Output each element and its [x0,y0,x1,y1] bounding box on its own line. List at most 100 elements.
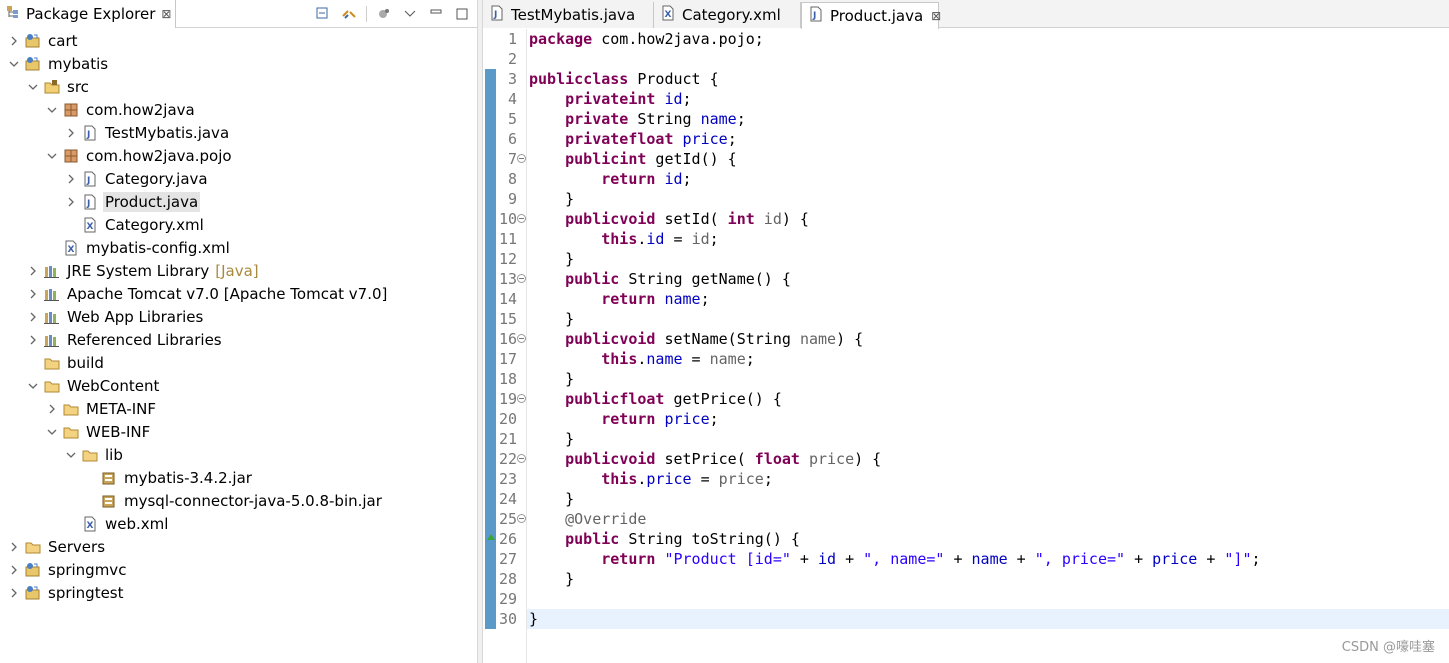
string-token: ", price=" [1034,550,1126,568]
tree-item[interactable]: Apache Tomcat v7.0 [Apache Tomcat v7.0] [27,282,389,305]
tree-item-label: WebContent [67,376,160,395]
tree-item-label: springmvc [48,560,127,579]
no-expand-spacer [84,495,96,507]
fold-toggle-icon[interactable] [517,214,527,224]
chevron-right-icon[interactable] [8,564,20,576]
tree-item[interactable]: J TestMybatis.java [65,121,231,144]
editor-tab[interactable]: X Category.xml [654,2,801,28]
source-folder-icon [44,79,60,95]
chevron-down-icon[interactable] [46,104,58,116]
xml-file-icon: X [82,217,98,233]
fold-toggle-icon[interactable] [517,154,527,164]
tree-item-label: lib [105,445,123,464]
tree-item[interactable]: springtest [8,581,126,604]
package-explorer-tab[interactable]: Package Explorer ⊠ [0,0,176,28]
minimize-icon[interactable] [427,5,445,23]
chevron-down-icon[interactable] [46,150,58,162]
chevron-down-icon[interactable] [27,81,39,93]
folder-icon [82,447,98,463]
chevron-right-icon[interactable] [8,587,20,599]
tree-item-label: mybatis-3.4.2.jar [124,468,252,487]
code-line: package com.how2java.pojo; [529,29,764,49]
code-token: + [790,550,818,568]
keyword-token: int [718,210,755,228]
code-token: setPrice( [655,450,746,468]
link-with-editor-icon[interactable] [340,5,358,23]
tree-item[interactable]: src [27,75,91,98]
override-marker-icon[interactable] [486,533,496,544]
tree-item-label: Product.java [103,191,201,212]
tree-item[interactable]: Xweb.xml [65,512,170,535]
close-icon[interactable]: ⊠ [931,9,941,23]
package-explorer-header: Package Explorer ⊠ [0,0,477,28]
keyword-token: return [601,550,656,568]
keyword-token: private [565,130,629,148]
tree-item[interactable]: springmvc [8,558,128,581]
fold-toggle-icon[interactable] [517,394,527,404]
tree-item[interactable]: mybatis-3.4.2.jar [84,466,254,489]
code-area[interactable]: 1 2 3 4 5 6 7 8 9 10 11 12 13 14 15 16 17 18 19 20 21 22 23 24 2… [483,29,1449,663]
chevron-right-icon[interactable] [65,196,77,208]
fold-toggle-icon[interactable] [517,334,527,344]
fold-toggle-icon[interactable] [517,454,527,464]
tree-item[interactable]: WEB-INF [46,420,152,443]
tree-item[interactable]: cart [8,29,80,52]
code-token: + [1007,550,1035,568]
chevron-right-icon[interactable] [27,334,39,346]
tree-item[interactable]: Web App Libraries [27,305,205,328]
tree-item[interactable]: WebContent [27,374,161,397]
tree-item[interactable]: Referenced Libraries [27,328,224,351]
chevron-down-icon[interactable] [65,449,77,461]
close-icon[interactable]: ⊠ [161,7,171,21]
tree-item-label: cart [48,31,78,50]
chevron-right-icon[interactable] [8,541,20,553]
chevron-right-icon[interactable] [65,173,77,185]
tree-item[interactable]: mybatis [8,52,110,75]
keyword-token: public [565,210,620,228]
tree-item-label: web.xml [105,514,169,533]
tree-item-label: mysql-connector-java-5.0.8-bin.jar [124,491,382,510]
tree-item[interactable]: Servers [8,535,107,558]
view-menu-icon[interactable] [401,5,419,23]
toolbar-separator [366,6,367,22]
field-token: price [655,410,710,428]
tree-item[interactable]: com.how2java [46,98,197,121]
chevron-right-icon[interactable] [27,311,39,323]
collapse-all-icon[interactable] [314,5,332,23]
tree-item[interactable]: J Product.java [65,190,201,213]
tree-item[interactable]: build [27,351,106,374]
chevron-down-icon[interactable] [8,58,20,70]
focus-icon[interactable] [375,5,393,23]
fold-toggle-icon[interactable] [517,274,527,284]
editor-tab[interactable]: J Product.java ⊠ [801,2,941,29]
tree-item[interactable]: META-INF [46,397,158,420]
tree-item[interactable]: lib [65,443,125,466]
tree-item[interactable]: JRE System Library [Java] [27,259,259,282]
fold-toggle-icon[interactable] [517,514,527,524]
chevron-right-icon[interactable] [27,288,39,300]
tree-item[interactable]: mysql-connector-java-5.0.8-bin.jar [84,489,384,512]
chevron-right-icon[interactable] [65,127,77,139]
tree-item[interactable]: J Category.java [65,167,210,190]
chevron-down-icon[interactable] [27,380,39,392]
tree-item-label: WEB-INF [86,422,151,441]
code-line: publicvoid setPrice( float price) { [529,449,881,469]
editor-tab[interactable]: J TestMybatis.java [483,2,654,28]
chevron-right-icon[interactable] [27,265,39,277]
tree-item[interactable]: Xmybatis-config.xml [46,236,232,259]
maximize-icon[interactable] [453,5,471,23]
code-line: public String getName() { [529,269,791,289]
chevron-right-icon[interactable] [8,35,20,47]
folder-icon [44,355,60,371]
tree-item[interactable]: X Category.xml [65,213,206,236]
chevron-right-icon[interactable] [46,403,58,415]
chevron-down-icon[interactable] [46,426,58,438]
tree-item-label: mybatis-config.xml [86,238,230,257]
tree-item-label: JRE System Library [67,261,210,280]
tree-item[interactable]: com.how2java.pojo [46,144,234,167]
identifier-token: id [691,230,710,248]
xml-file-icon: X [63,240,79,256]
